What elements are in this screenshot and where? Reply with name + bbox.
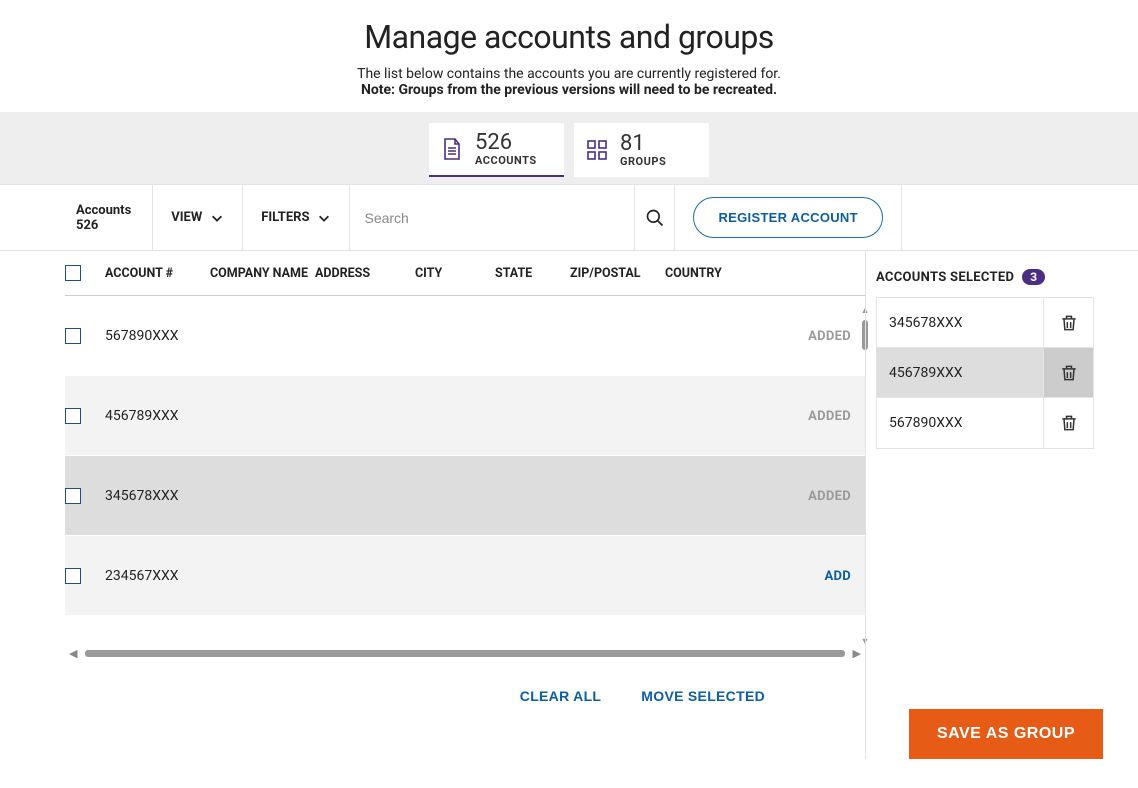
col-state: STATE	[495, 266, 570, 281]
row-account: 456789XXX	[105, 408, 210, 424]
tab-groups-label: GROUPS	[620, 155, 666, 168]
col-city: CITY	[415, 266, 495, 281]
tab-groups[interactable]: 81 GROUPS	[574, 123, 709, 177]
row-status-add[interactable]: ADD	[824, 569, 851, 584]
scroll-left-icon: ◀	[65, 647, 81, 660]
search-input[interactable]	[364, 210, 620, 226]
selected-row: 567890XXX	[877, 398, 1093, 448]
table-row[interactable]: 567890XXX ADDED	[65, 296, 865, 376]
toolbar-accounts-label: Accounts	[76, 203, 131, 218]
selected-account: 345678XXX	[877, 315, 1043, 331]
tab-groups-count: 81	[620, 133, 666, 155]
tab-accounts-label: ACCOUNTS	[475, 154, 537, 167]
row-status-added: ADDED	[808, 489, 851, 504]
row-checkbox[interactable]	[65, 568, 81, 584]
save-as-group-button[interactable]: SAVE AS GROUP	[909, 709, 1103, 759]
register-account-button[interactable]: REGISTER ACCOUNT	[693, 197, 882, 238]
row-account: 567890XXX	[105, 328, 210, 344]
trash-icon	[1059, 362, 1079, 384]
page-title: Manage accounts and groups	[0, 18, 1138, 56]
col-zip: ZIP/POSTAL	[570, 266, 665, 281]
grid-icon	[584, 137, 610, 163]
col-account: ACCOUNT #	[105, 266, 210, 281]
trash-icon	[1059, 312, 1079, 334]
row-checkbox[interactable]	[65, 328, 81, 344]
row-account: 345678XXX	[105, 488, 210, 504]
remove-selected-button[interactable]	[1043, 398, 1093, 448]
col-country: COUNTRY	[665, 266, 755, 281]
selected-heading: ACCOUNTS SELECTED	[876, 270, 1014, 285]
selected-row: 456789XXX	[877, 348, 1093, 398]
col-company: COMPANY NAME	[210, 266, 315, 281]
remove-selected-button[interactable]	[1043, 348, 1093, 397]
filters-dropdown[interactable]: FILTERS	[243, 185, 350, 250]
tab-accounts[interactable]: 526 ACCOUNTS	[429, 123, 564, 177]
chevron-down-icon	[210, 211, 224, 225]
toolbar-accounts-count: 526	[76, 218, 98, 233]
row-account: 234567XXX	[105, 568, 210, 584]
view-label: VIEW	[171, 210, 202, 225]
move-selected-button[interactable]: MOVE SELECTED	[641, 688, 765, 704]
selected-account: 456789XXX	[877, 365, 1043, 381]
search-button[interactable]	[635, 185, 675, 250]
row-checkbox[interactable]	[65, 408, 81, 424]
search-icon	[645, 208, 665, 228]
scroll-right-icon: ▶	[849, 647, 865, 660]
clear-all-button[interactable]: CLEAR ALL	[520, 688, 602, 704]
row-checkbox[interactable]	[65, 488, 81, 504]
document-icon	[439, 136, 465, 162]
note-text: Groups from the previous versions will n…	[398, 82, 777, 98]
tab-accounts-count: 526	[475, 132, 537, 154]
trash-icon	[1059, 412, 1079, 434]
selected-row: 345678XXX	[877, 298, 1093, 348]
table-row[interactable]: 456789XXX ADDED	[65, 376, 865, 456]
col-address: ADDRESS	[315, 266, 415, 281]
row-status-added: ADDED	[808, 329, 851, 344]
table-row[interactable]: 234567XXX ADD	[65, 536, 865, 616]
chevron-down-icon	[317, 211, 331, 225]
view-dropdown[interactable]: VIEW	[152, 185, 243, 250]
row-status-added: ADDED	[808, 409, 851, 424]
select-all-checkbox[interactable]	[65, 265, 81, 281]
selected-account: 567890XXX	[877, 415, 1043, 431]
horizontal-scrollbar[interactable]: ◀ ▶	[65, 647, 865, 660]
filters-label: FILTERS	[261, 210, 309, 225]
selected-count-badge: 3	[1022, 269, 1045, 285]
table-row[interactable]: 345678XXX ADDED	[65, 456, 865, 536]
table-row[interactable]: 123456XXXADD	[65, 616, 865, 641]
remove-selected-button[interactable]	[1043, 298, 1093, 347]
note-label: Note:	[361, 82, 395, 98]
page-subtitle: The list below contains the accounts you…	[0, 66, 1138, 82]
